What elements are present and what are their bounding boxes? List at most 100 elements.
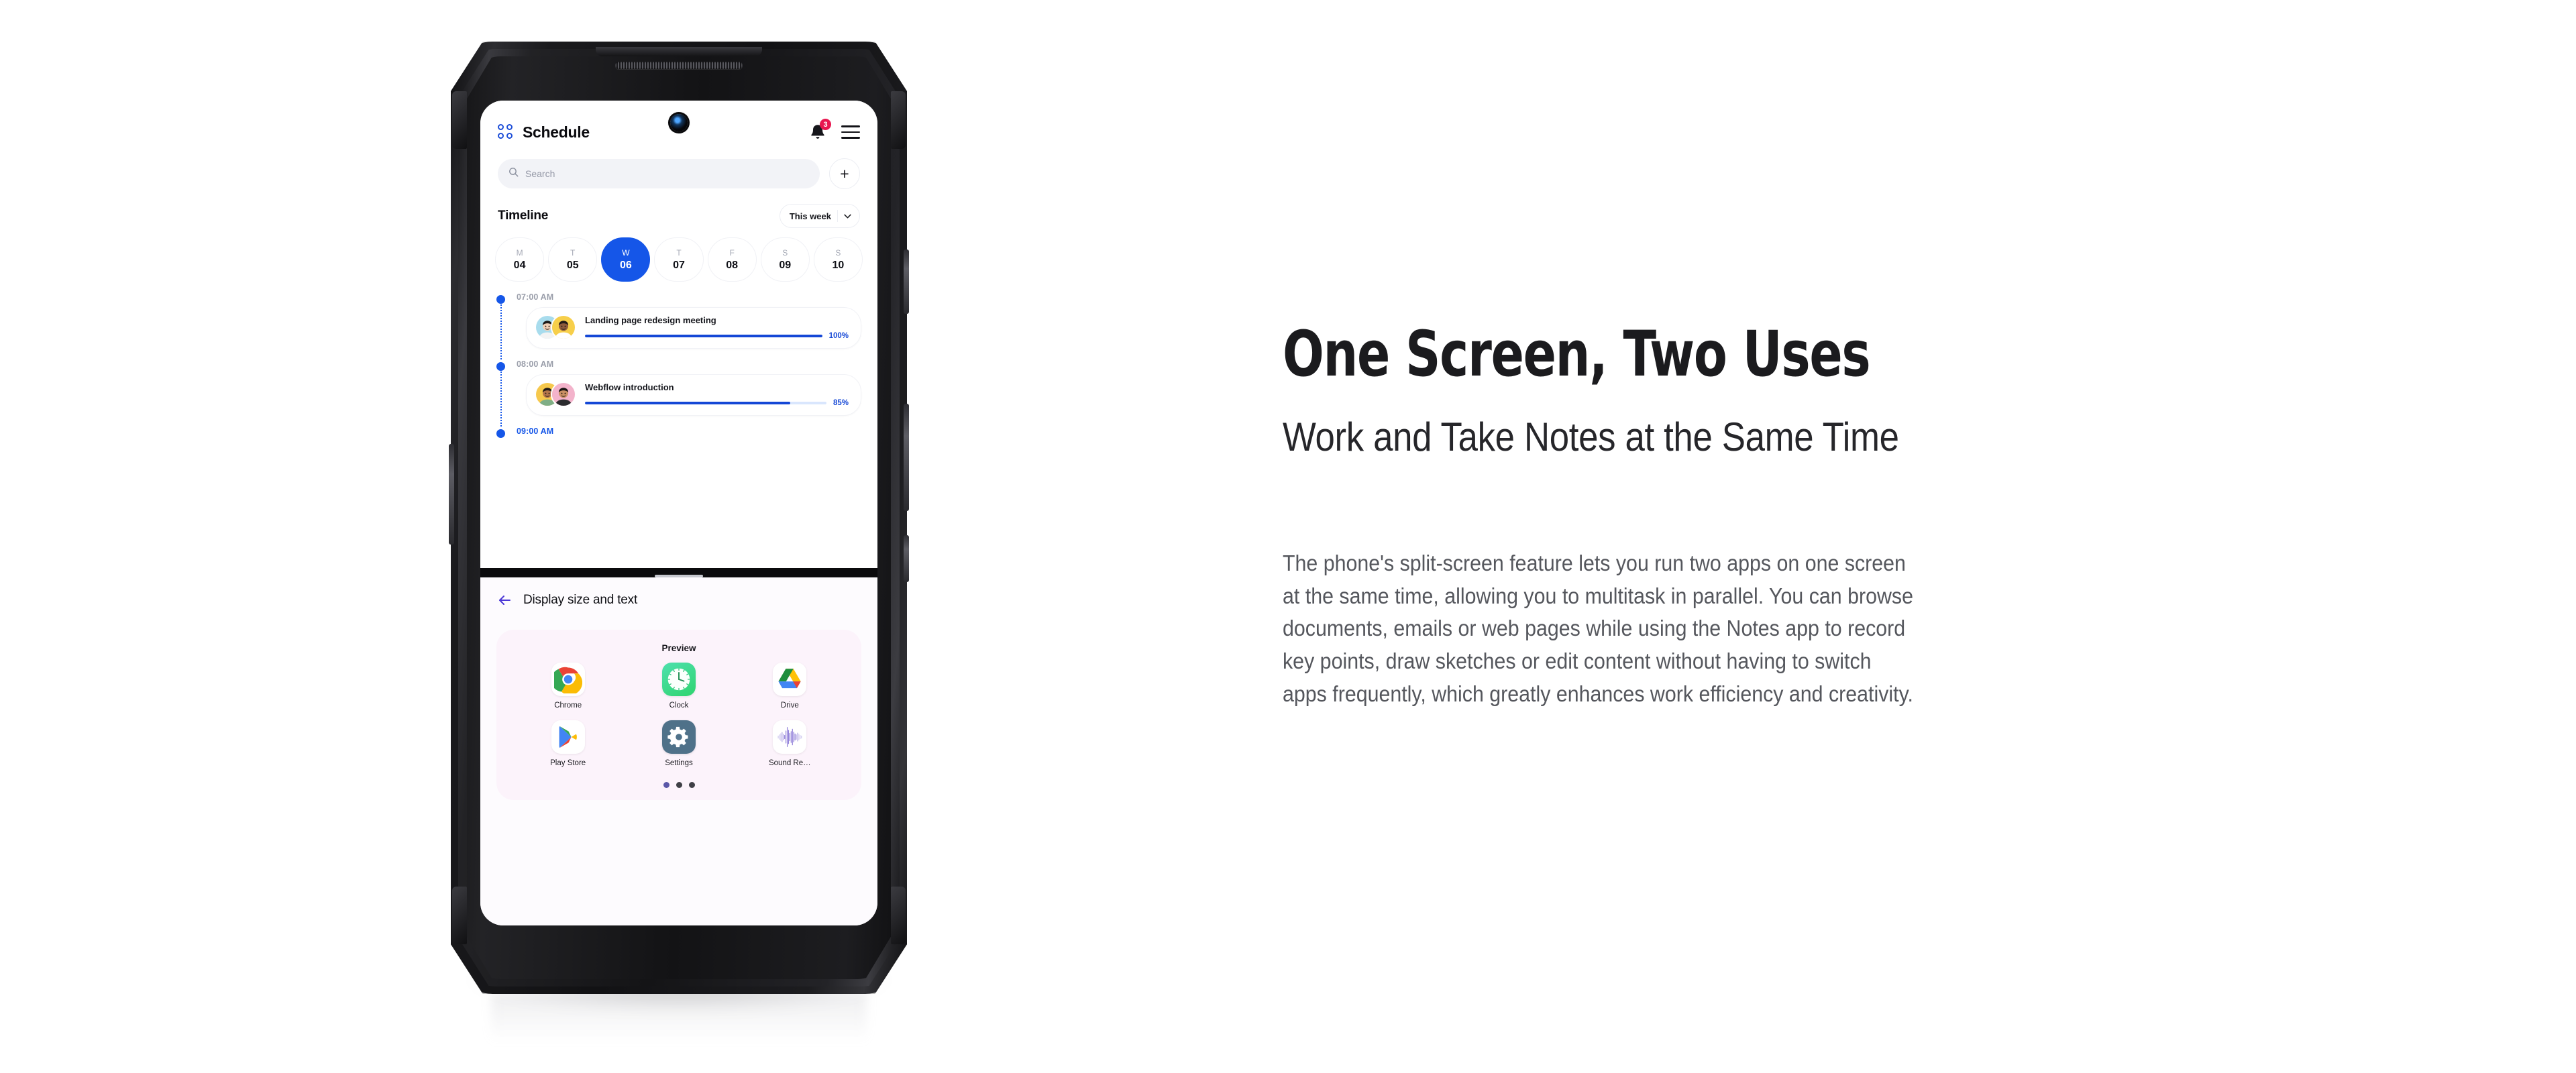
sound-recorder-icon bbox=[773, 720, 807, 754]
phone-armor-top-left bbox=[452, 91, 467, 149]
timeline-slot: 09:00 AM bbox=[496, 427, 861, 438]
app-icon-label: Sound Re… bbox=[768, 759, 811, 767]
day-number: 06 bbox=[619, 259, 632, 271]
timeline-slot: 08:00 AM Webflow introduction 85% bbox=[496, 359, 861, 427]
back-arrow-icon[interactable] bbox=[496, 592, 513, 608]
day-pill[interactable]: T 05 bbox=[548, 237, 598, 282]
day-pill[interactable]: F 08 bbox=[707, 237, 757, 282]
app-icon-cell[interactable]: Settings bbox=[623, 720, 734, 767]
timeline-event-card[interactable]: Webflow introduction 85% bbox=[526, 374, 861, 416]
split-drag-handle[interactable] bbox=[655, 575, 703, 577]
split-screen-divider[interactable] bbox=[480, 568, 877, 577]
phone-screen: Schedule 3 Search + Timeline This week M… bbox=[480, 101, 877, 925]
page-subtitle: Work and Take Notes at the Same Time bbox=[1283, 414, 1899, 459]
day-pill[interactable]: T 07 bbox=[654, 237, 704, 282]
timeline-dot bbox=[496, 429, 505, 438]
phone-side-button-extra[interactable] bbox=[904, 535, 909, 582]
progress-label: 85% bbox=[833, 398, 849, 407]
app-icon-label: Drive bbox=[780, 701, 799, 710]
bell-icon[interactable]: 3 bbox=[809, 119, 831, 142]
body-paragraph: The phone's split-screen feature lets yo… bbox=[1283, 550, 1913, 707]
day-pill[interactable]: S 10 bbox=[813, 237, 863, 282]
day-pill[interactable]: M 04 bbox=[495, 237, 545, 282]
day-selector[interactable]: M 04 T 05 W 06 T 07 F 08 S 09 S 10 bbox=[480, 232, 877, 282]
settings-header: Display size and text bbox=[480, 577, 877, 608]
divider bbox=[837, 210, 838, 222]
progress-bar-fill bbox=[585, 401, 790, 404]
chrome-icon bbox=[551, 663, 585, 696]
day-number: 04 bbox=[513, 259, 526, 271]
phone-side-button-volume[interactable] bbox=[904, 404, 909, 511]
app-icon-cell[interactable]: Clock bbox=[623, 663, 734, 710]
phone-armor-bottom-right bbox=[891, 887, 906, 944]
timeline-dot bbox=[496, 362, 505, 371]
app-icon-label: Clock bbox=[669, 701, 689, 710]
phone-side-button-left[interactable] bbox=[449, 444, 454, 545]
timeline-header-row: Timeline This week bbox=[480, 192, 877, 232]
search-input[interactable]: Search bbox=[498, 159, 820, 188]
day-pill[interactable]: S 09 bbox=[760, 237, 810, 282]
earpiece-grille bbox=[615, 62, 743, 69]
timeline-event-card[interactable]: Landing page redesign meeting 100% bbox=[526, 307, 861, 349]
search-row: Search + bbox=[480, 152, 877, 192]
page-indicator-dots[interactable] bbox=[496, 782, 861, 788]
avatar-group bbox=[535, 315, 576, 340]
day-number: 08 bbox=[726, 259, 739, 271]
day-weekday: F bbox=[729, 247, 735, 258]
timeline-time: 09:00 AM bbox=[517, 427, 554, 436]
day-weekday: S bbox=[835, 247, 841, 258]
grid-dots-icon bbox=[498, 123, 515, 141]
page-dot[interactable] bbox=[676, 782, 682, 788]
chevron-down-icon bbox=[844, 211, 857, 221]
day-weekday: S bbox=[782, 247, 788, 258]
week-range-dropdown[interactable]: This week bbox=[779, 204, 860, 228]
hero-copy-block: One Screen, Two Uses Work and Take Notes… bbox=[1283, 322, 2436, 711]
progress-bar bbox=[585, 401, 826, 404]
gear-icon bbox=[661, 720, 696, 754]
app-icon-cell[interactable]: Play Store bbox=[513, 720, 623, 767]
preview-card: Preview Chrome Clock Drive Play Store Settin… bbox=[496, 630, 861, 800]
event-body: Webflow introduction 85% bbox=[585, 382, 849, 407]
day-pill[interactable]: W 06 bbox=[601, 237, 651, 282]
day-number: 05 bbox=[566, 259, 579, 271]
search-placeholder: Search bbox=[525, 168, 555, 179]
day-weekday: M bbox=[516, 247, 523, 258]
timeline-list: 07:00 AM Landing page redesign meeting 100… bbox=[480, 282, 877, 438]
event-title: Landing page redesign meeting bbox=[585, 315, 716, 325]
day-number: 10 bbox=[832, 259, 845, 271]
timeline-title: Timeline bbox=[498, 209, 549, 223]
event-title: Webflow introduction bbox=[585, 382, 674, 392]
phone-mockup: Schedule 3 Search + Timeline This week M… bbox=[449, 42, 909, 1061]
phone-armor-bottom-left bbox=[452, 887, 467, 944]
timeline-time: 08:00 AM bbox=[517, 359, 554, 369]
page-dot[interactable] bbox=[663, 782, 669, 788]
timeline-dot bbox=[496, 295, 505, 304]
app-icon-cell[interactable]: Sound Re… bbox=[735, 720, 845, 767]
clock-icon bbox=[661, 663, 696, 696]
avatar bbox=[551, 382, 576, 407]
event-body: Landing page redesign meeting 100% bbox=[585, 315, 849, 340]
app-window-schedule: Schedule 3 Search + Timeline This week M… bbox=[480, 101, 877, 568]
page-dot[interactable] bbox=[688, 782, 695, 788]
day-weekday: T bbox=[676, 247, 682, 258]
hamburger-icon[interactable] bbox=[841, 125, 860, 139]
timeline-slot: 07:00 AM Landing page redesign meeting 100… bbox=[496, 292, 861, 359]
phone-side-button-power[interactable] bbox=[904, 249, 909, 314]
day-number: 09 bbox=[779, 259, 792, 271]
play-store-icon bbox=[551, 720, 585, 754]
day-number: 07 bbox=[673, 259, 685, 271]
app-icon-label: Play Store bbox=[550, 759, 586, 767]
app-icon-cell[interactable]: Drive bbox=[735, 663, 845, 710]
front-camera-icon bbox=[670, 114, 688, 131]
app-icon-label: Chrome bbox=[554, 701, 582, 710]
page-root: Schedule 3 Search + Timeline This week M… bbox=[0, 0, 2576, 1073]
week-range-label: This week bbox=[789, 211, 831, 221]
app-icon-cell[interactable]: Chrome bbox=[513, 663, 623, 710]
progress-bar-fill bbox=[585, 334, 822, 337]
page-title: One Screen, Two Uses bbox=[1283, 318, 1871, 391]
add-event-button[interactable]: + bbox=[829, 158, 860, 189]
preview-label: Preview bbox=[661, 643, 696, 653]
avatar-group bbox=[535, 382, 576, 407]
progress-label: 100% bbox=[828, 331, 849, 340]
search-icon bbox=[508, 167, 519, 180]
